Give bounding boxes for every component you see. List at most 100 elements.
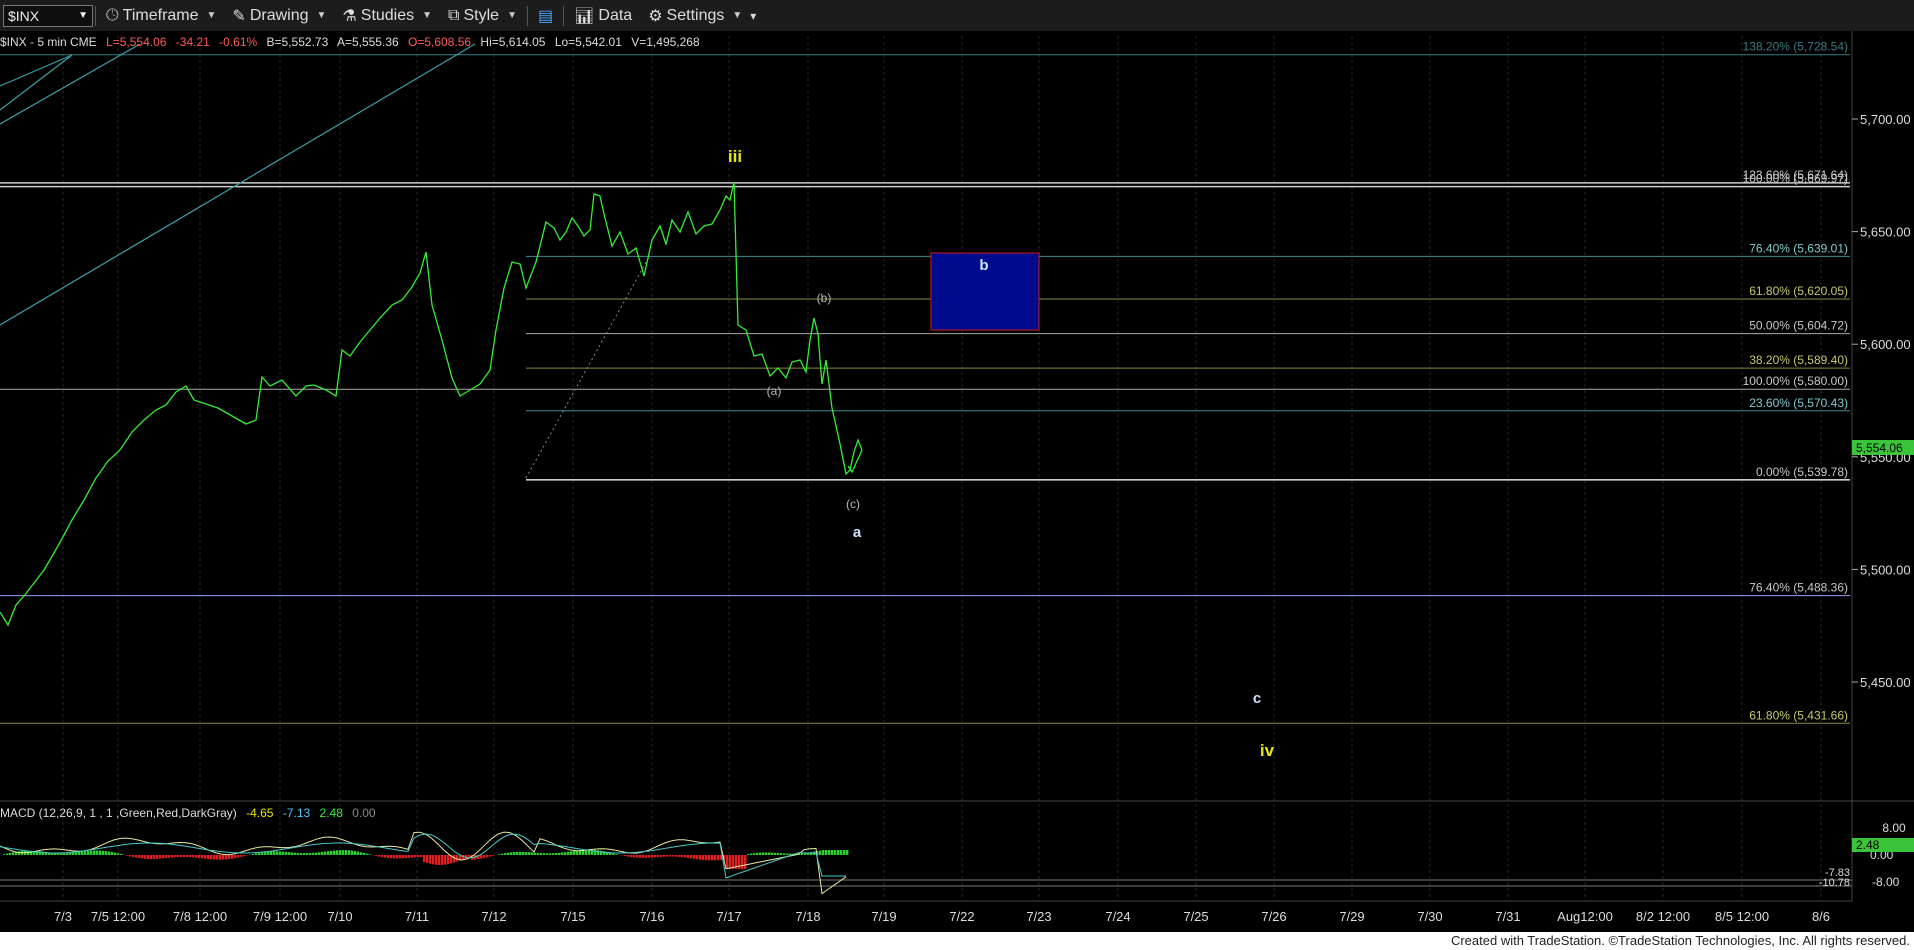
- macd-bar: [159, 855, 162, 859]
- macd-bar: [168, 855, 171, 858]
- macd-bar: [228, 855, 231, 860]
- macd-bar: [384, 855, 387, 858]
- macd-bar: [366, 853, 369, 855]
- macd-bar: [846, 850, 849, 855]
- macd-bar: [9, 852, 12, 855]
- macd-bar: [747, 854, 750, 855]
- price-chart[interactable]: 138.20% (5,728.54)123.60% (5,671.64)100.…: [0, 31, 1914, 932]
- macd-bar: [783, 853, 786, 855]
- macd-bar: [96, 850, 99, 855]
- macd-bar: [219, 855, 222, 860]
- macd-bar: [759, 852, 762, 855]
- macd-bar: [150, 855, 153, 859]
- macd-header: MACD (12,26,9, 1 , 1 ,Green,Red,DarkGray…: [0, 806, 376, 820]
- macd-bar: [81, 851, 84, 855]
- macd-bar: [750, 853, 753, 855]
- macd-tag-b: -10.78: [1819, 877, 1850, 889]
- time-label: 7/12: [481, 909, 506, 924]
- price-tick-label: 5,600.00: [1860, 337, 1911, 352]
- macd-bar: [567, 851, 570, 855]
- macd-bar: [186, 855, 189, 858]
- macd-bar: [840, 850, 843, 855]
- macd-bar: [279, 851, 282, 855]
- macd-bar: [102, 850, 105, 855]
- macd-bar: [210, 855, 213, 860]
- timeframe-button[interactable]: 🕓︎ Timeframe ▼: [98, 3, 224, 29]
- macd-bar: [342, 850, 345, 855]
- macd-bar: [156, 855, 159, 859]
- macd-bar: [237, 855, 240, 858]
- macd-bar: [87, 850, 90, 855]
- macd-bar: [600, 850, 603, 855]
- macd-bar: [438, 855, 441, 865]
- macd-bar: [216, 855, 219, 860]
- macd-bar: [768, 852, 771, 855]
- macd-bar: [324, 851, 327, 855]
- footer-text: Created with TradeStation. ©TradeStation…: [1450, 933, 1910, 948]
- macd-bar: [93, 850, 96, 855]
- macd-value-4: 0.00: [352, 806, 376, 820]
- macd-bar: [147, 855, 150, 859]
- macd-bar: [522, 851, 525, 855]
- symbol-value: $INX: [8, 7, 40, 24]
- price-pane: [0, 31, 1852, 801]
- macd-bar: [276, 851, 279, 855]
- price-tick-label: 5,500.00: [1860, 562, 1911, 577]
- studies-label: Studies: [360, 6, 415, 24]
- macd-tick-8: 8.00: [1882, 821, 1906, 835]
- macd-bar: [252, 853, 255, 855]
- macd-bar: [84, 851, 87, 855]
- macd-bar: [483, 855, 486, 858]
- macd-bar: [645, 855, 648, 858]
- macd-bar: [549, 853, 552, 855]
- drawing-button[interactable]: ✎ Drawing ▼: [224, 3, 334, 29]
- studies-button[interactable]: ⚗ Studies ▼: [334, 3, 440, 29]
- macd-bar: [351, 850, 354, 855]
- fib-level-label: 76.40% (5,488.36): [1749, 581, 1848, 595]
- wave-label-iii: iii: [728, 147, 742, 166]
- macd-bar: [129, 855, 132, 857]
- macd-bar: [519, 851, 522, 855]
- macd-bar: [402, 855, 405, 859]
- macd-bar: [564, 852, 567, 855]
- wave-label-c-small: (c): [846, 497, 860, 511]
- macd-bar: [330, 850, 333, 855]
- macd-bar: [321, 851, 324, 855]
- toolbar-divider: [563, 5, 565, 26]
- macd-bar: [336, 850, 339, 855]
- layout-button[interactable]: ▤: [530, 3, 561, 29]
- macd-bar: [534, 852, 537, 855]
- macd-bar: [423, 855, 426, 862]
- macd-bar: [222, 855, 225, 860]
- macd-bar: [669, 855, 672, 857]
- settings-button[interactable]: ⚙ Settings ▼ ▾: [640, 3, 764, 29]
- fib-level-label: 100.00% (5,580.00): [1743, 374, 1848, 388]
- macd-value-3: 2.48: [320, 806, 344, 820]
- macd-bar: [834, 850, 837, 855]
- time-label: 7/19: [871, 909, 896, 924]
- macd-bar: [297, 852, 300, 855]
- macd-bar: [315, 852, 318, 855]
- style-button[interactable]: ⧉ Style ▼: [440, 3, 525, 29]
- macd-bar: [654, 855, 657, 858]
- macd-bar: [72, 852, 75, 855]
- macd-bar: [513, 852, 516, 855]
- macd-bar: [231, 855, 234, 859]
- quote-pct: -0.61%: [219, 35, 257, 49]
- wave-label-b-small: (b): [817, 291, 832, 305]
- macd-bar: [381, 855, 384, 858]
- macd-bar: [624, 855, 627, 857]
- macd-bar: [363, 852, 366, 855]
- time-label: 8/2 12:00: [1636, 909, 1690, 924]
- macd-bar: [510, 852, 513, 855]
- macd-value-1: -4.65: [246, 806, 274, 820]
- macd-bar: [393, 855, 396, 859]
- macd-bar: [132, 855, 135, 857]
- macd-bar: [429, 855, 432, 864]
- time-label: Aug12:00: [1557, 909, 1613, 924]
- data-button[interactable]: 📊︎ Data: [566, 3, 640, 29]
- symbol-selector[interactable]: $INX ▼: [3, 4, 93, 27]
- macd-bar: [561, 852, 564, 855]
- macd-bar: [135, 855, 138, 858]
- fib-level-label: 100.00% (5,669.97): [1743, 172, 1848, 186]
